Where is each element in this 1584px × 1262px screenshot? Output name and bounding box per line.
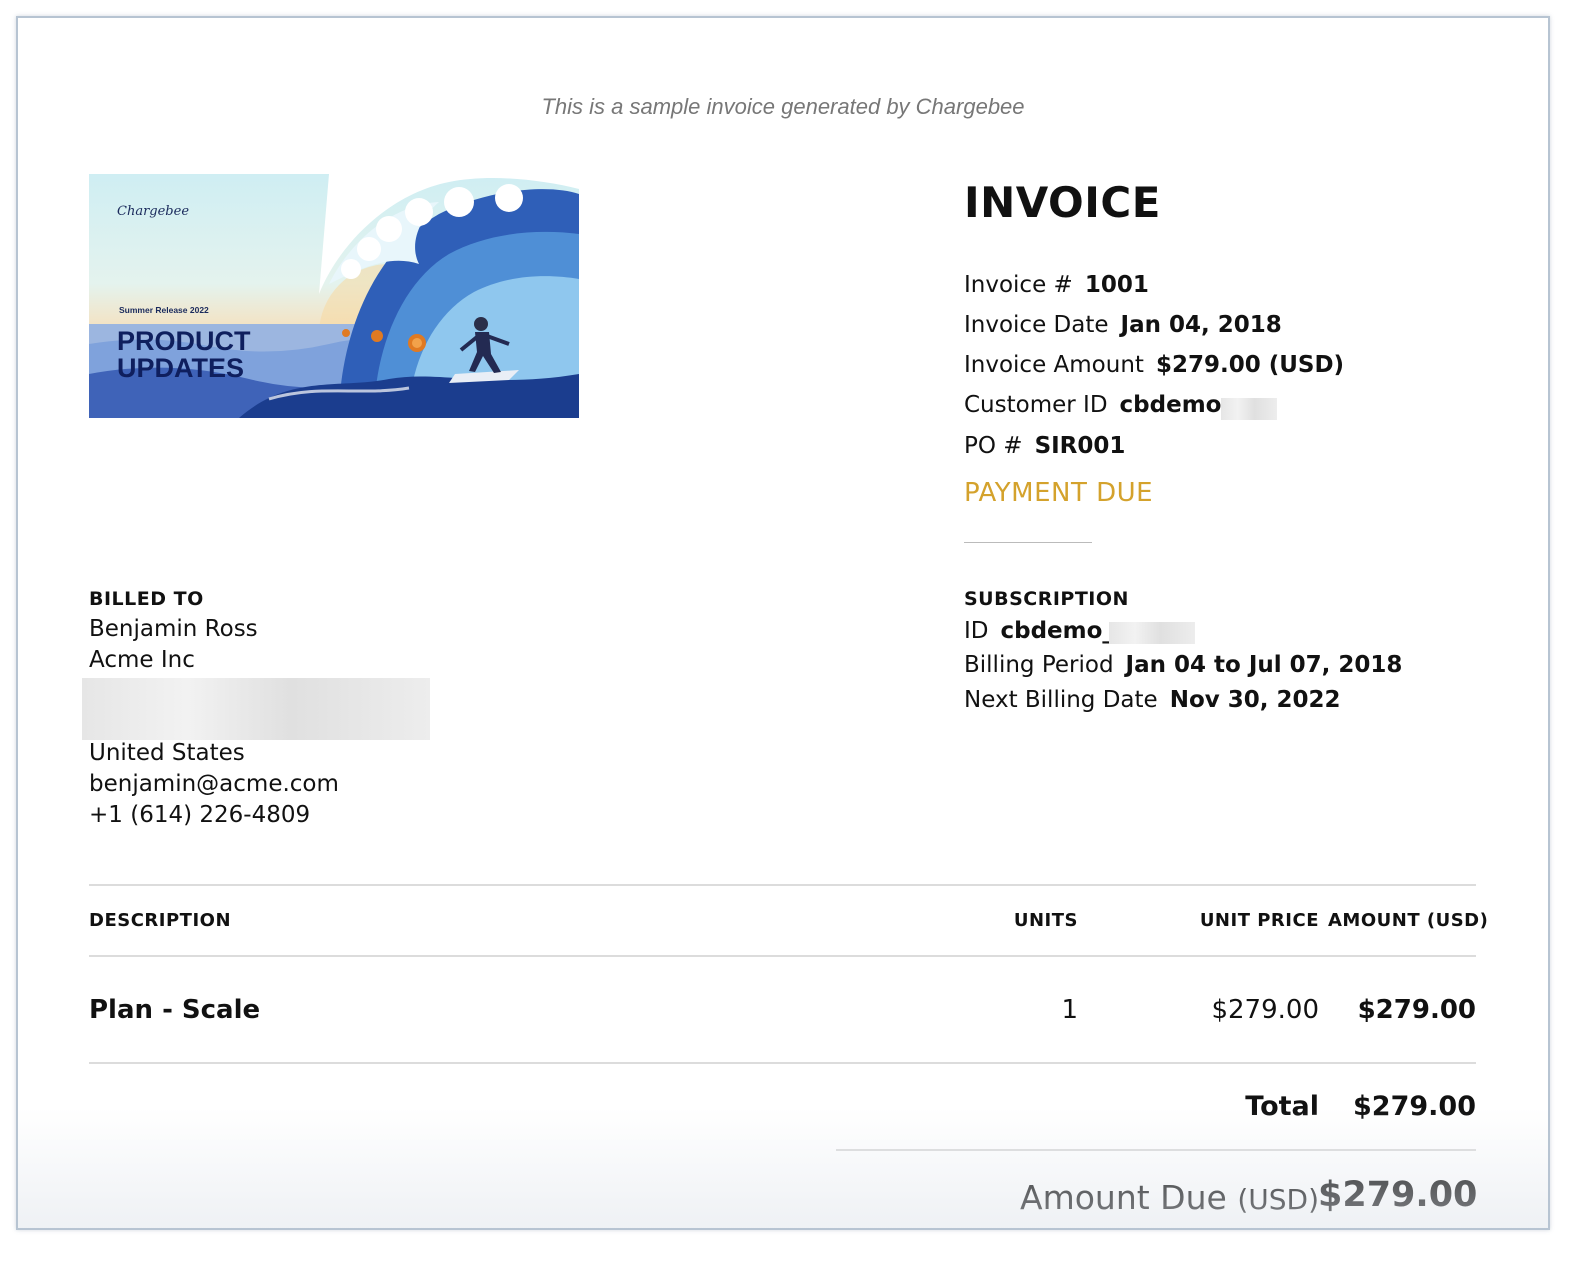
billed-to-label: BILLED TO xyxy=(89,588,204,610)
amount-due-currency: (USD) xyxy=(1237,1183,1319,1216)
invoice-page: This is a sample invoice generated by Ch… xyxy=(16,16,1550,1230)
payment-status-badge: PAYMENT DUE xyxy=(964,478,1154,508)
banner-title: PRODUCT UPDATES xyxy=(117,328,251,382)
banner-release-text: Summer Release 2022 xyxy=(119,305,209,315)
subscription-label: SUBSCRIPTION xyxy=(964,588,1129,610)
invoice-number-label: Invoice # xyxy=(964,272,1073,298)
po-number-label: PO # xyxy=(964,433,1023,459)
invoice-title: INVOICE xyxy=(964,178,1161,227)
customer-id-row: Customer ID cbdemo_ xyxy=(964,392,1233,418)
invoice-number-row: Invoice # 1001 xyxy=(964,272,1149,298)
amount-due-label-group: Amount Due (USD) xyxy=(898,1178,1319,1217)
sample-notice: This is a sample invoice generated by Ch… xyxy=(541,94,1025,119)
invoice-date-label: Invoice Date xyxy=(964,312,1109,338)
subscription-id-value: cbdemo_ xyxy=(1000,618,1114,644)
totals-divider xyxy=(836,1149,1476,1151)
billing-period-row: Billing Period Jan 04 to Jul 07, 2018 xyxy=(964,652,1402,678)
invoice-date-row: Invoice Date Jan 04, 2018 xyxy=(964,312,1282,338)
table-top-divider xyxy=(89,884,1476,886)
next-billing-date-label: Next Billing Date xyxy=(964,687,1158,713)
line-item-amount: $279.00 xyxy=(1357,995,1476,1025)
subscription-id-label: ID xyxy=(964,618,989,644)
invoice-amount-row: Invoice Amount $279.00 (USD) xyxy=(964,352,1344,378)
table-header-divider xyxy=(89,955,1476,957)
invoice-number-value: 1001 xyxy=(1084,272,1149,298)
banner-logo: Chargebee xyxy=(117,204,190,219)
table-bottom-divider xyxy=(89,1062,1476,1064)
line-item-description: Plan - Scale xyxy=(89,995,261,1025)
banner-title-line1: PRODUCT xyxy=(117,326,251,356)
po-number-row: PO # SIR001 xyxy=(964,433,1125,459)
column-header-units: UNITS xyxy=(1013,910,1078,931)
line-item-units: 1 xyxy=(1061,995,1078,1025)
column-header-description: DESCRIPTION xyxy=(89,910,232,931)
billed-to-phone: +1 (614) 226-4809 xyxy=(89,802,311,828)
billing-period-value: Jan 04 to Jul 07, 2018 xyxy=(1125,652,1403,678)
billed-to-email: benjamin@acme.com xyxy=(89,771,339,797)
total-value: $279.00 xyxy=(1353,1091,1476,1122)
banner-title-line2: UPDATES xyxy=(117,353,245,383)
invoice-date-value: Jan 04, 2018 xyxy=(1120,312,1282,338)
line-item-unit-price: $279.00 xyxy=(1211,995,1319,1025)
amount-due-value: $279.00 xyxy=(1318,1175,1478,1215)
address-redaction xyxy=(82,678,430,740)
billed-to-company: Acme Inc xyxy=(89,647,195,673)
total-label: Total xyxy=(1245,1091,1319,1122)
customer-id-redaction xyxy=(1221,398,1277,420)
po-number-value: SIR001 xyxy=(1034,433,1126,459)
amount-due-label: Amount Due xyxy=(1020,1178,1227,1217)
customer-id-label: Customer ID xyxy=(964,392,1108,418)
subscription-id-redaction xyxy=(1109,622,1195,644)
invoice-amount-value: $279.00 (USD) xyxy=(1155,352,1345,378)
column-header-unit-price: UNIT PRICE xyxy=(1199,910,1319,931)
next-billing-date-row: Next Billing Date Nov 30, 2022 xyxy=(964,687,1341,713)
next-billing-date-value: Nov 30, 2022 xyxy=(1169,687,1341,713)
subscription-id-row: ID cbdemo_ xyxy=(964,618,1114,644)
status-divider xyxy=(964,542,1092,543)
customer-id-value: cbdemo_ xyxy=(1119,392,1233,418)
billing-period-label: Billing Period xyxy=(964,652,1114,678)
column-header-amount: AMOUNT (USD) xyxy=(1328,910,1489,931)
product-updates-banner: Chargebee Summer Release 2022 PRODUCT UP… xyxy=(89,174,579,418)
billed-to-name: Benjamin Ross xyxy=(89,616,258,642)
billed-to-country: United States xyxy=(89,740,245,766)
invoice-amount-label: Invoice Amount xyxy=(964,352,1144,378)
